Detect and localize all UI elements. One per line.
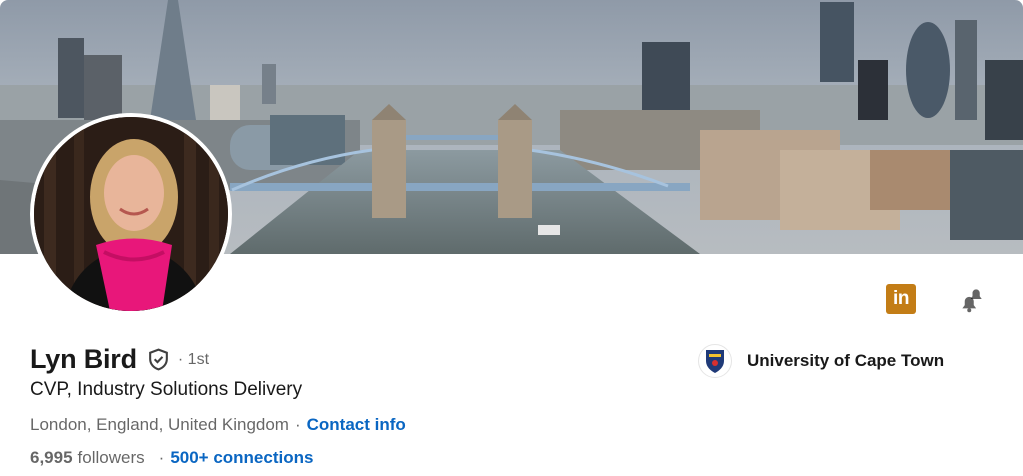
followers-count: 6,995 [30, 448, 73, 467]
profile-photo[interactable] [30, 113, 232, 315]
connections-link[interactable]: 500+ connections [170, 448, 313, 468]
followers-label: followers [77, 448, 145, 467]
education-name: University of Cape Town [747, 351, 945, 370]
university-crest-icon [698, 344, 732, 378]
linkedin-icon[interactable]: in [886, 284, 916, 314]
separator: · [294, 415, 301, 434]
profile-headline: CVP, Industry Solutions Delivery [30, 379, 303, 400]
linkedin-icon-text: in [893, 288, 909, 309]
contact-info-link[interactable]: Contact info [307, 415, 406, 435]
profile-card: in Lyn Bird · 1st CVP, Industry Solution… [0, 0, 1023, 476]
education-item[interactable]: University of Cape Town [698, 344, 944, 378]
location-row: London, England, United Kingdom · Contac… [30, 415, 406, 435]
separator: · [158, 448, 165, 467]
verified-shield-icon[interactable] [146, 347, 171, 372]
profile-name: Lyn Bird [30, 344, 137, 374]
location-text: London, England, United Kingdom [30, 415, 289, 434]
name-row: Lyn Bird · 1st [30, 344, 209, 375]
stats-row: 6,995 followers · 500+ connections [30, 448, 313, 468]
bell-icon[interactable] [955, 282, 991, 318]
connection-degree: · 1st [177, 350, 210, 368]
